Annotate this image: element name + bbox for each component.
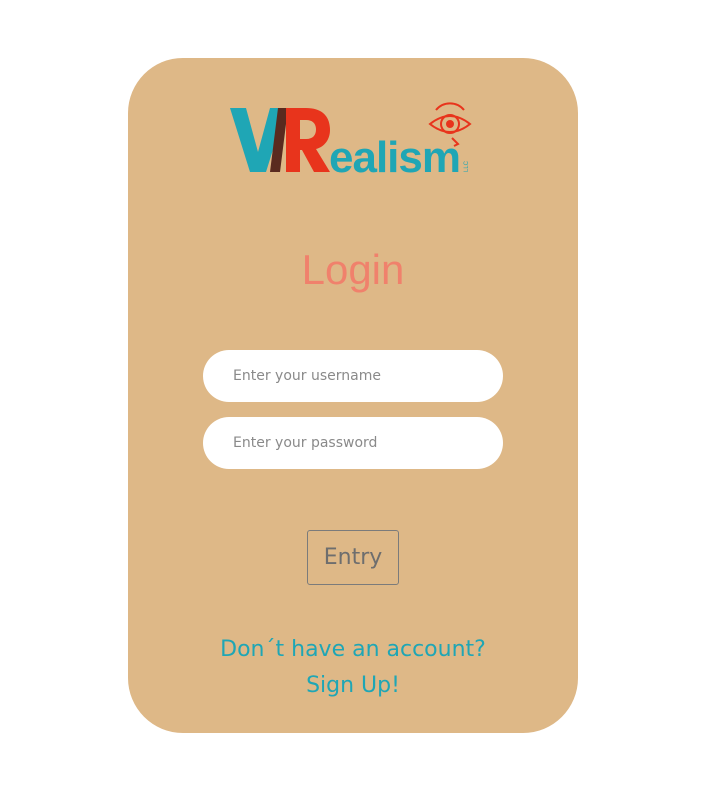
svg-text:ealism: ealism bbox=[329, 133, 460, 178]
vrealism-logo: ealism LLC bbox=[230, 102, 472, 178]
signup-question: Don´t have an account? bbox=[220, 637, 486, 662]
login-card: ealism LLC Login Entry Don´t have an acc… bbox=[128, 58, 578, 733]
password-input[interactable] bbox=[203, 417, 503, 469]
username-input[interactable] bbox=[203, 350, 503, 402]
svg-text:LLC: LLC bbox=[464, 160, 470, 172]
page-title: Login bbox=[301, 246, 405, 293]
entry-button[interactable]: Entry bbox=[307, 530, 399, 585]
signup-link[interactable]: Sign Up! bbox=[128, 668, 578, 704]
